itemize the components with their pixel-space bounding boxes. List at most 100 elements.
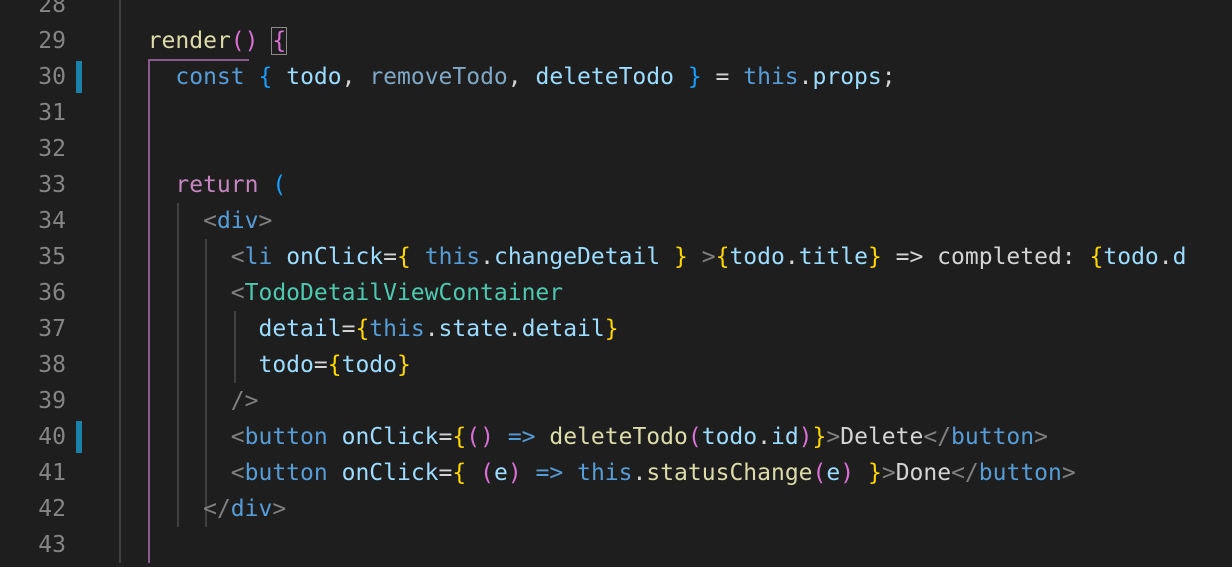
code-token: todo bbox=[286, 64, 342, 90]
code-token: > bbox=[258, 208, 273, 234]
code-token: , bbox=[507, 64, 536, 90]
code-token: { bbox=[715, 244, 730, 270]
code-token: } bbox=[812, 424, 827, 450]
code-token: { bbox=[452, 460, 467, 486]
code-token: const bbox=[175, 64, 245, 90]
code-token: changeDetail bbox=[493, 244, 661, 270]
code-token: div bbox=[216, 208, 259, 234]
code-token: = bbox=[313, 352, 328, 378]
code-line[interactable]: todo={todo} bbox=[120, 347, 411, 383]
code-token: todo bbox=[258, 352, 314, 378]
code-token: } bbox=[687, 64, 702, 90]
code-token: todo bbox=[341, 352, 397, 378]
code-token: deleteTodo bbox=[535, 64, 674, 90]
code-token: } bbox=[867, 460, 882, 486]
code-editor[interactable]: 28 29 30 31 32 33 34 35 36 37 38 39 40 41 42 43 render(… bbox=[0, 0, 1232, 567]
line-number: 34 bbox=[38, 208, 66, 234]
code-token: ( bbox=[480, 460, 494, 486]
code-line[interactable]: const { todo, removeTodo, deleteTodo } =… bbox=[120, 59, 896, 95]
code-line[interactable]: return ( bbox=[120, 167, 286, 203]
code-line[interactable]: detail={this.state.detail} bbox=[120, 311, 619, 347]
code-token: id bbox=[770, 424, 799, 450]
code-token: removeTodo bbox=[369, 64, 508, 90]
code-token: . bbox=[1158, 244, 1173, 270]
code-token: this bbox=[743, 64, 799, 90]
code-token: = bbox=[438, 424, 453, 450]
code-token: ) bbox=[798, 424, 813, 450]
line-number: 38 bbox=[38, 352, 66, 378]
code-line[interactable]: <div> bbox=[120, 203, 272, 239]
code-token: = bbox=[341, 316, 356, 342]
code-line[interactable]: <TodoDetailViewContainer bbox=[120, 275, 563, 311]
code-token: { bbox=[271, 27, 288, 55]
code-token: { bbox=[327, 352, 342, 378]
line-number: 40 bbox=[38, 424, 66, 450]
line-number: 39 bbox=[38, 388, 66, 414]
code-token: () bbox=[230, 28, 259, 54]
line-number: 29 bbox=[38, 28, 66, 54]
line-number: 35 bbox=[38, 244, 66, 270]
code-token: } bbox=[396, 352, 411, 378]
code-token: this bbox=[424, 244, 481, 270]
code-token: () bbox=[466, 424, 494, 450]
code-token: => completed: bbox=[881, 244, 1090, 270]
code-token: TodoDetailViewContainer bbox=[244, 280, 564, 306]
code-line[interactable]: </div> bbox=[120, 491, 286, 527]
code-token: </ bbox=[203, 496, 231, 522]
code-token: . bbox=[507, 316, 522, 342]
code-token: => bbox=[507, 424, 536, 450]
code-token: ; bbox=[881, 64, 896, 90]
code-token: . bbox=[784, 244, 799, 270]
code-line[interactable]: <button onClick={() => deleteTodo(todo.i… bbox=[120, 419, 1048, 455]
code-line[interactable]: render() { bbox=[120, 23, 288, 59]
code-token: { bbox=[1089, 244, 1104, 270]
code-token: li bbox=[244, 244, 273, 270]
code-token: title bbox=[798, 244, 868, 270]
line-number: 37 bbox=[38, 316, 66, 342]
line-number-gutter[interactable]: 28 29 30 31 32 33 34 35 36 37 38 39 40 41 42 43 bbox=[0, 0, 110, 567]
code-line[interactable]: <li onClick={ this.changeDetail } >{todo… bbox=[120, 239, 1187, 275]
code-token: } bbox=[867, 244, 882, 270]
code-token: = bbox=[438, 460, 453, 486]
code-token: > bbox=[1061, 460, 1076, 486]
code-line[interactable]: /> bbox=[120, 383, 259, 419]
line-number: 43 bbox=[38, 532, 66, 558]
code-token: detail bbox=[258, 316, 342, 342]
code-token: < bbox=[230, 280, 245, 306]
code-token: e bbox=[826, 460, 841, 486]
code-token: { bbox=[355, 316, 370, 342]
modified-line-indicator[interactable] bbox=[76, 61, 82, 93]
code-token: Delete bbox=[840, 424, 924, 450]
code-line[interactable]: <button onClick={ (e) => this.statusChan… bbox=[120, 455, 1076, 491]
modified-line-indicator[interactable] bbox=[76, 421, 82, 453]
code-token: deleteTodo bbox=[549, 424, 688, 450]
code-token: . bbox=[480, 244, 494, 270]
code-token: detail bbox=[521, 316, 605, 342]
line-number: 31 bbox=[38, 100, 66, 126]
code-token: d bbox=[1172, 244, 1187, 270]
code-token: => bbox=[535, 460, 564, 486]
code-token: this bbox=[577, 460, 633, 486]
code-token: </ bbox=[923, 424, 952, 450]
code-token: , bbox=[341, 64, 370, 90]
code-token: /> bbox=[230, 388, 259, 414]
code-token: < bbox=[230, 460, 245, 486]
code-token: </ bbox=[951, 460, 979, 486]
code-token: > bbox=[881, 460, 896, 486]
code-token: ( bbox=[272, 172, 287, 198]
code-token: ( bbox=[687, 424, 702, 450]
code-token: } bbox=[604, 316, 619, 342]
